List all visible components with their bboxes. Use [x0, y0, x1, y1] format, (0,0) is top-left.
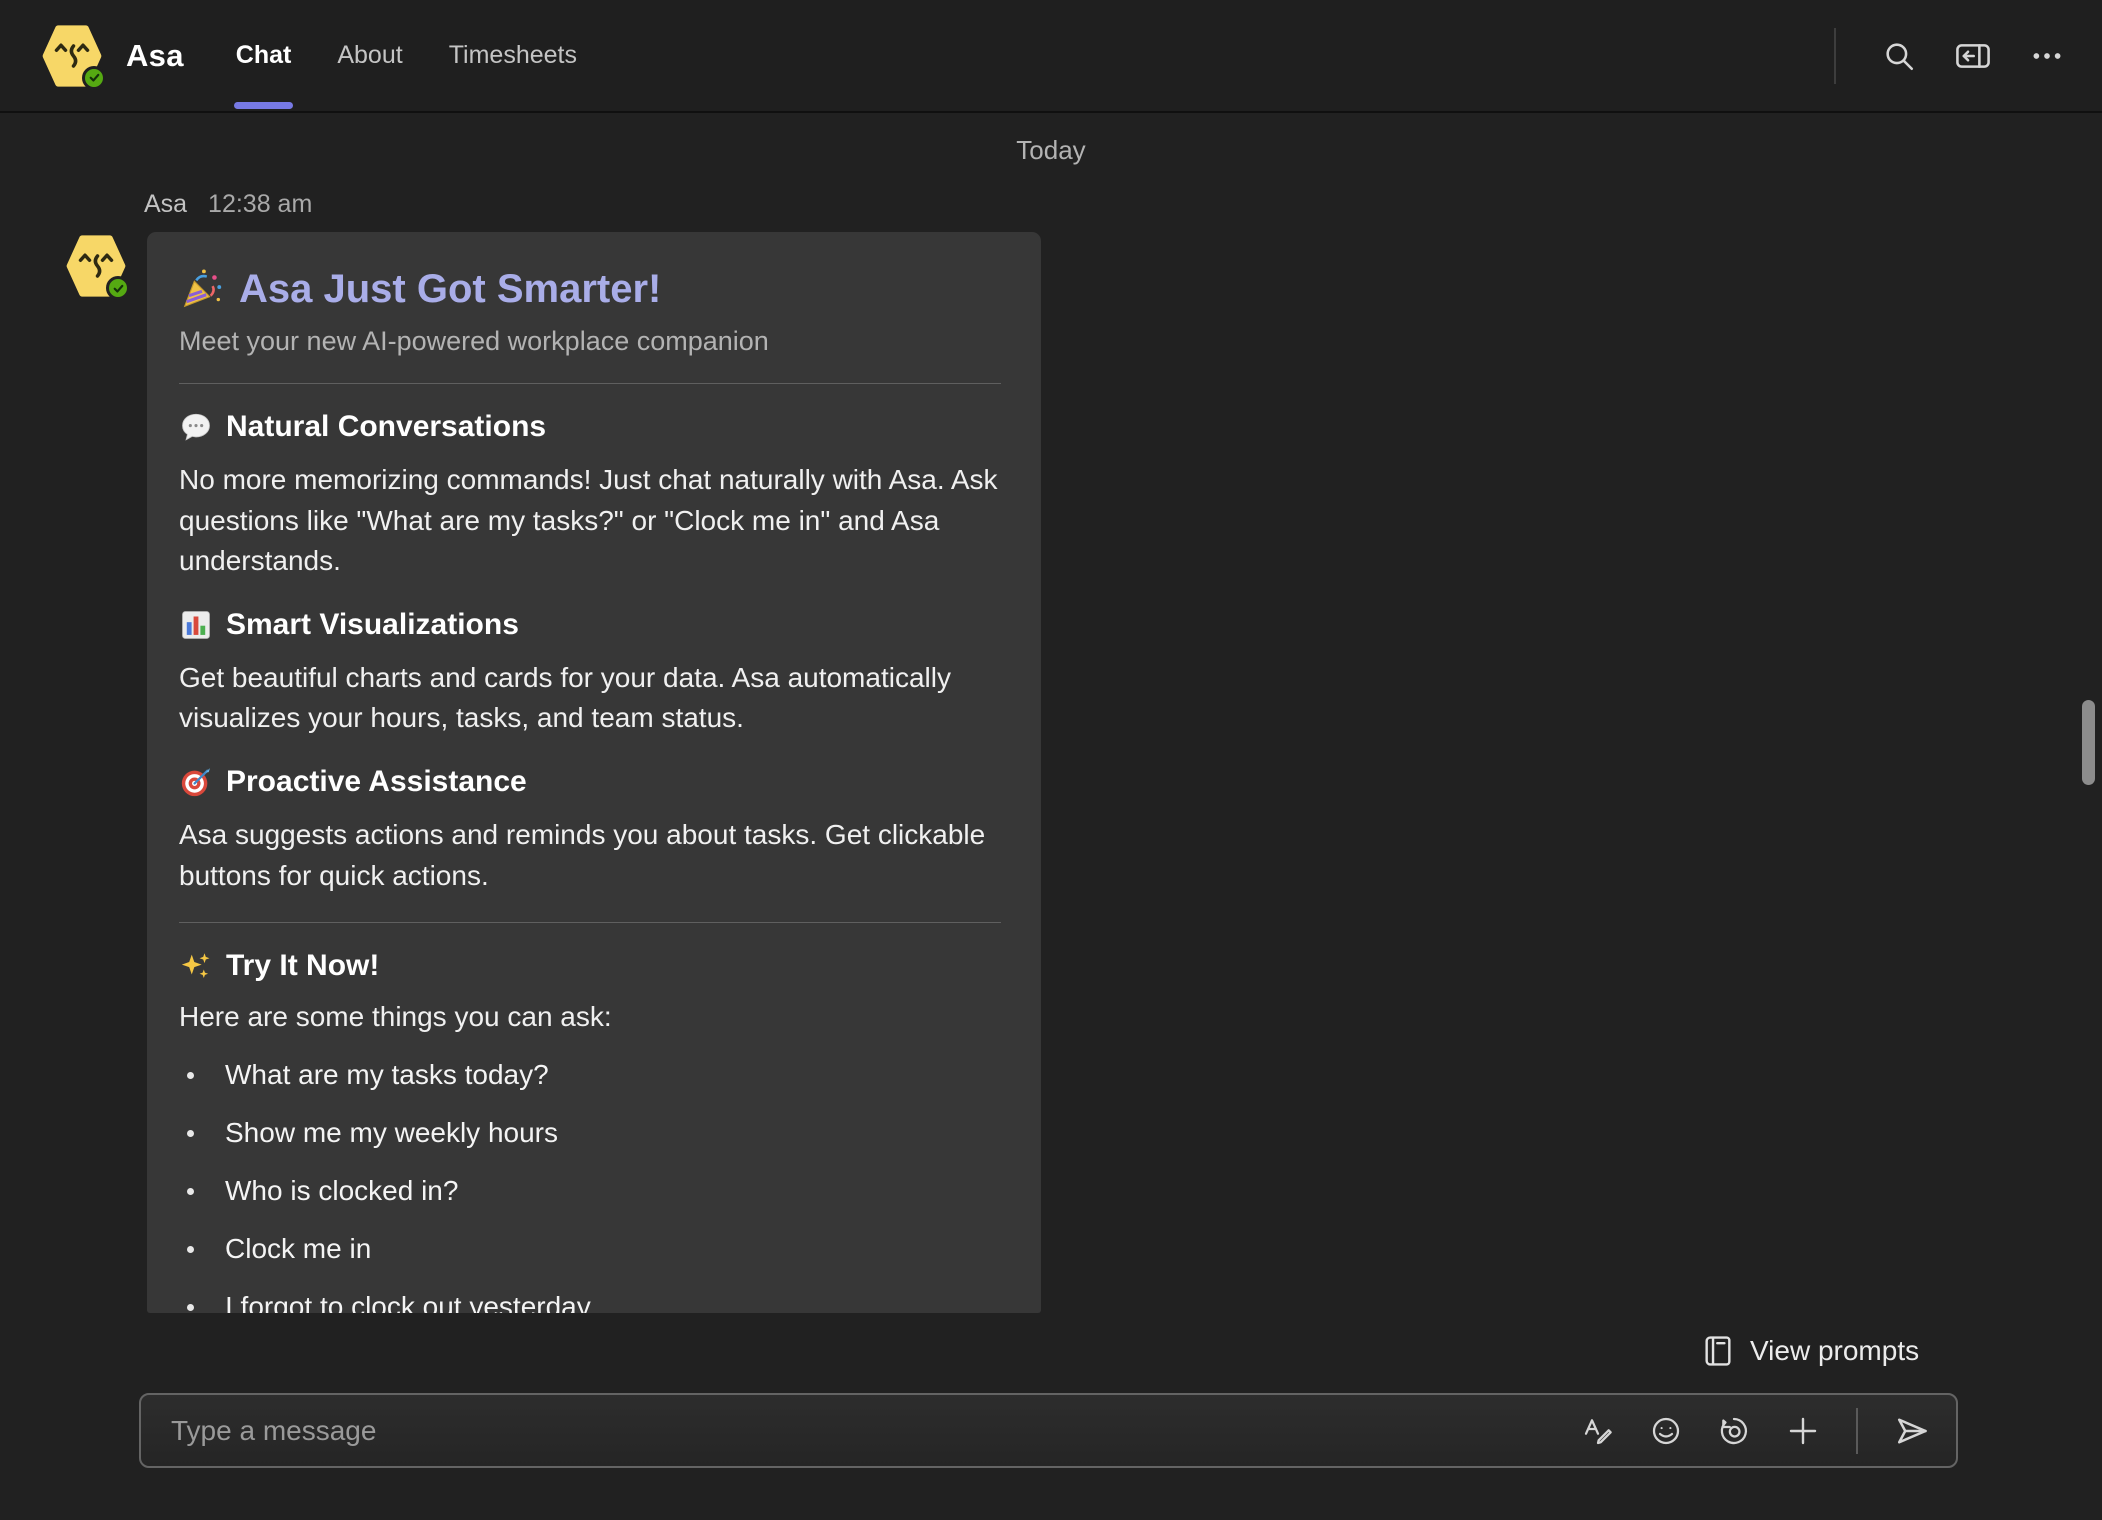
loop-icon[interactable] — [1718, 1415, 1750, 1447]
tab-bar: Chat About Timesheets — [236, 0, 623, 112]
date-divider: Today — [0, 135, 2102, 166]
section-header-natural-conversations: Natural Conversations — [179, 410, 1001, 444]
target-emoji — [179, 765, 213, 799]
topbar: Asa Chat About Timesheets — [0, 0, 2102, 113]
message-sender: Asa — [144, 190, 187, 218]
divider — [179, 383, 1001, 384]
section-body: No more memorizing commands! Just chat n… — [179, 460, 999, 582]
section-header-proactive-assistance: Proactive Assistance — [179, 765, 1001, 799]
suggestion-list: What are my tasks today? Show me my week… — [179, 1059, 1001, 1313]
section-header-try-it-now: Try It Now! — [179, 949, 1001, 983]
list-item: What are my tasks today? — [179, 1059, 1001, 1091]
section-body: Get beautiful charts and cards for your … — [179, 658, 999, 739]
prompt-book-icon — [1702, 1334, 1734, 1368]
list-item: I forgot to clock out yesterday — [179, 1291, 1001, 1313]
app-logo — [42, 24, 102, 88]
divider — [179, 922, 1001, 923]
send-icon[interactable] — [1894, 1413, 1930, 1449]
speech-balloon-emoji — [179, 410, 213, 444]
section-body: Asa suggests actions and reminds you abo… — [179, 815, 999, 896]
open-in-panel-icon[interactable] — [1954, 39, 1992, 73]
list-item: Clock me in — [179, 1233, 1001, 1265]
message-input[interactable] — [171, 1415, 1582, 1447]
tab-about[interactable]: About — [337, 0, 402, 112]
list-item: Who is clocked in? — [179, 1175, 1001, 1207]
format-icon[interactable] — [1582, 1415, 1614, 1447]
card-title: Asa Just Got Smarter! — [179, 266, 1001, 312]
attach-plus-icon[interactable] — [1786, 1414, 1820, 1448]
try-intro: Here are some things you can ask: — [179, 1001, 1001, 1033]
list-item: Show me my weekly hours — [179, 1117, 1001, 1149]
bar-chart-emoji — [179, 608, 213, 642]
composer-divider — [1856, 1408, 1858, 1454]
card-subtitle: Meet your new AI-powered workplace compa… — [179, 326, 1001, 357]
app-title: Asa — [126, 38, 184, 74]
avatar — [66, 234, 126, 298]
emoji-icon[interactable] — [1650, 1415, 1682, 1447]
topbar-divider — [1834, 28, 1836, 84]
message-timestamp: 12:38 am — [208, 190, 312, 218]
view-prompts-button[interactable]: View prompts — [1702, 1334, 1919, 1368]
presence-available-icon — [82, 66, 106, 90]
message-card: Asa Just Got Smarter! Meet your new AI-p… — [147, 232, 1041, 1313]
more-options-icon[interactable] — [2030, 39, 2064, 73]
scrollbar-thumb[interactable] — [2082, 700, 2095, 785]
message-composer — [139, 1393, 1958, 1468]
presence-available-icon — [106, 276, 130, 300]
tab-timesheets[interactable]: Timesheets — [449, 0, 577, 112]
tab-chat[interactable]: Chat — [236, 0, 292, 112]
party-popper-emoji — [179, 266, 225, 312]
sparkles-emoji — [179, 949, 213, 983]
section-header-smart-visualizations: Smart Visualizations — [179, 608, 1001, 642]
search-icon[interactable] — [1882, 39, 1916, 73]
message-header: Asa 12:38 am — [144, 190, 312, 219]
